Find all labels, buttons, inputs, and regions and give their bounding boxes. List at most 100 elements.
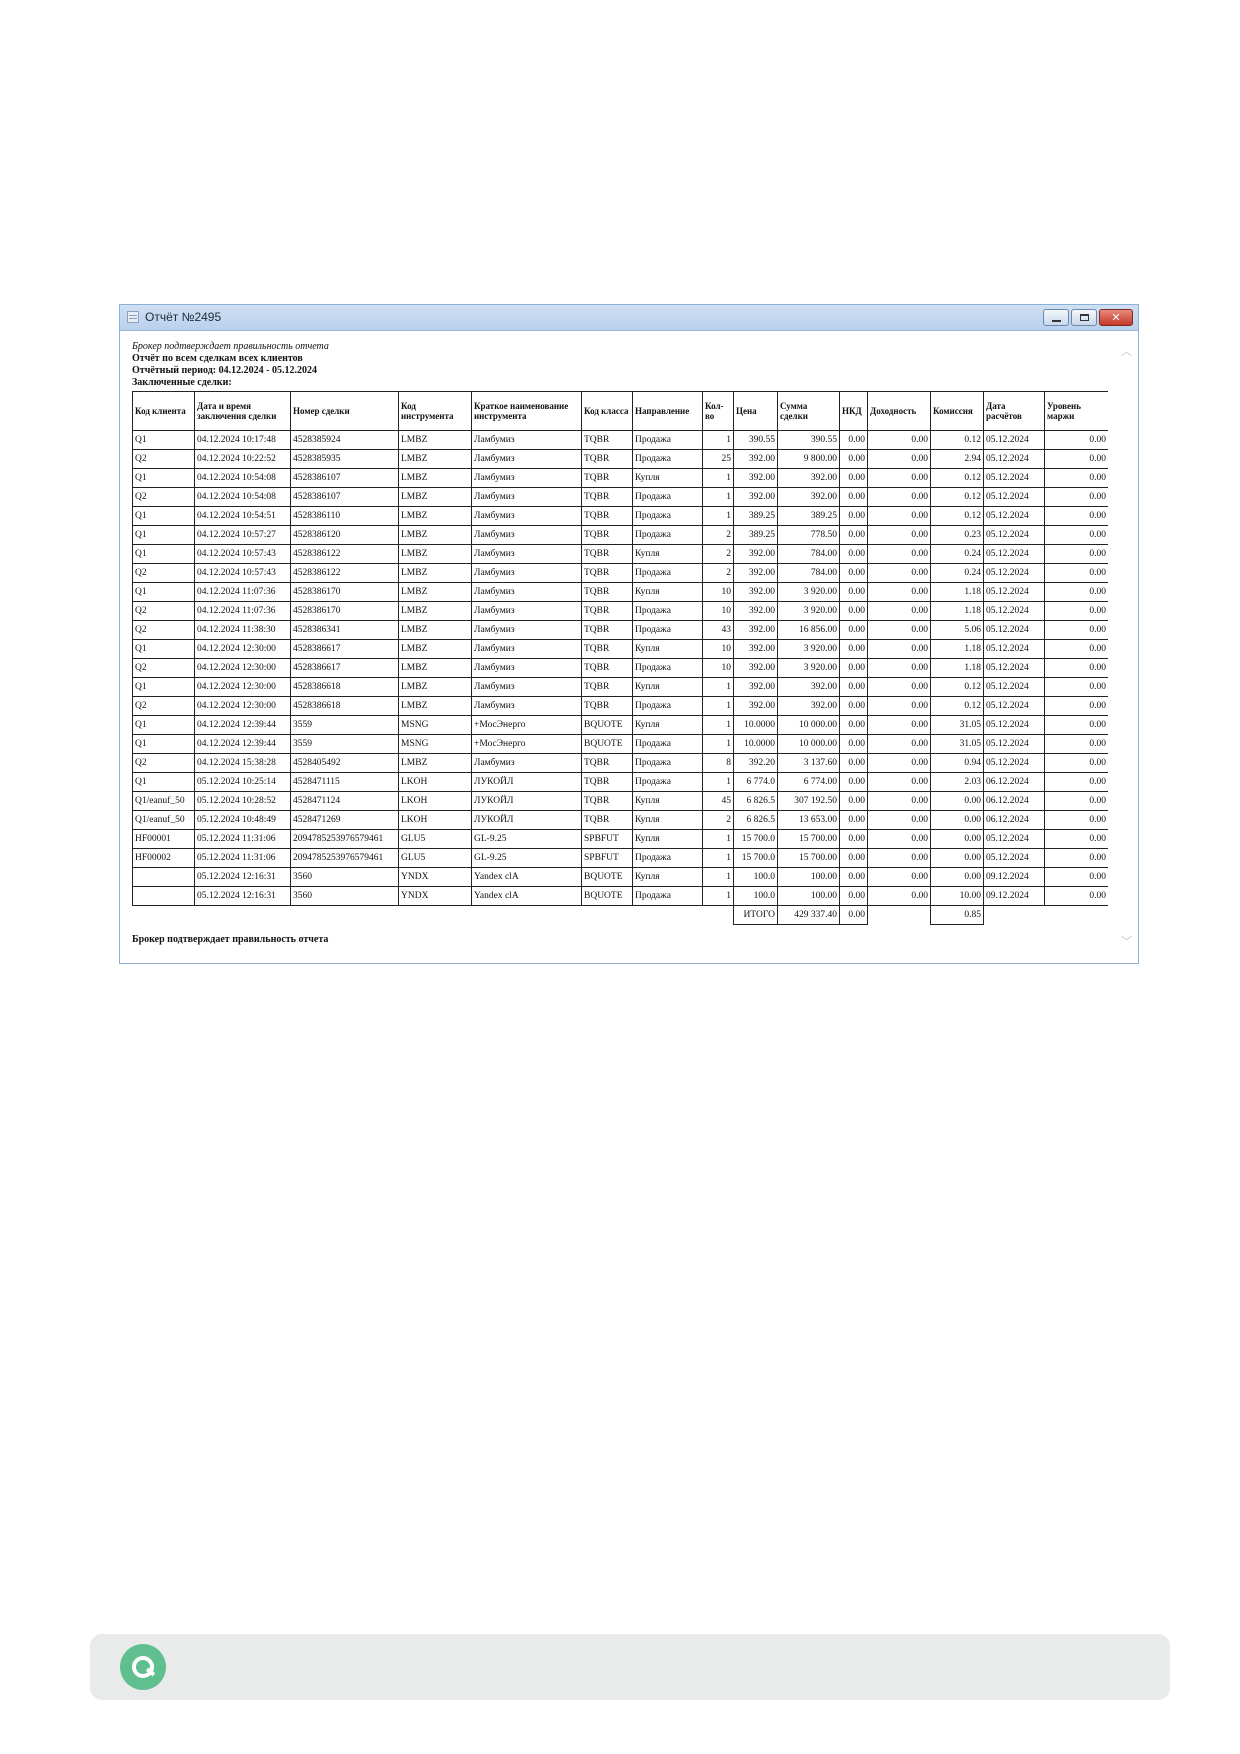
- close-button[interactable]: ✕: [1099, 309, 1133, 326]
- table-cell: [132, 867, 195, 887]
- table-cell: Продажа: [632, 696, 703, 716]
- table-cell: 04.12.2024 10:54:08: [194, 468, 291, 488]
- table-cell: 4528386617: [290, 639, 399, 659]
- table-cell: 0.00: [867, 639, 931, 659]
- table-cell: 0.12: [930, 677, 984, 697]
- table-cell: Продажа: [632, 848, 703, 868]
- maximize-button[interactable]: [1071, 309, 1097, 326]
- table-cell: Q1/eanuf_50: [132, 791, 195, 811]
- table-cell: 8: [702, 753, 734, 773]
- chevron-up-icon[interactable]: ︿: [1121, 343, 1132, 359]
- table-cell: 04.12.2024 10:22:52: [194, 449, 291, 469]
- table-cell: 0.00: [1044, 734, 1108, 754]
- window-titlebar[interactable]: Отчёт №2495 ✕: [120, 305, 1138, 331]
- table-cell: 1: [702, 696, 734, 716]
- table-cell: 0.00: [1044, 620, 1108, 640]
- table-cell: HF00002: [132, 848, 195, 868]
- table-cell: TQBR: [581, 430, 633, 450]
- table-cell: 05.12.2024: [983, 563, 1045, 583]
- table-cell: 10: [702, 658, 734, 678]
- total-nkd: 0.00: [839, 905, 868, 925]
- table-cell: 392.00: [733, 677, 778, 697]
- table-cell: 6 774.00: [777, 772, 840, 792]
- table-cell: 10: [702, 582, 734, 602]
- table-cell: 0.00: [839, 715, 868, 735]
- table-cell: 0.00: [867, 829, 931, 849]
- table-cell: 0.00: [867, 449, 931, 469]
- table-cell: 389.25: [733, 525, 778, 545]
- table-cell: 1: [702, 734, 734, 754]
- table-cell: 09.12.2024: [983, 886, 1045, 906]
- total-row: ИТОГО 429 337.40 0.00 0.85: [133, 905, 1109, 925]
- table-cell: 0.23: [930, 525, 984, 545]
- table-cell: Q1: [132, 506, 195, 526]
- table-row: Q1 04.12.2024 10:57:43 4528386122 LMBZ Ламбу…: [132, 544, 1108, 564]
- table-cell: Продажа: [632, 658, 703, 678]
- table-cell: 392.20: [733, 753, 778, 773]
- table-cell: 3 137.60: [777, 753, 840, 773]
- table-cell: Продажа: [632, 430, 703, 450]
- table-cell: BQUOTE: [581, 734, 633, 754]
- table-cell: BQUOTE: [581, 715, 633, 735]
- table-cell: Купля: [632, 715, 703, 735]
- table-cell: 4528386617: [290, 658, 399, 678]
- chevron-down-icon[interactable]: ﹀: [1121, 933, 1132, 949]
- table-cell: Продажа: [632, 886, 703, 906]
- maximize-icon: [1080, 314, 1089, 321]
- table-cell: 778.50: [777, 525, 840, 545]
- table-cell: 05.12.2024 10:48:49: [194, 810, 291, 830]
- table-cell: Ламбумиз: [471, 753, 582, 773]
- table-cell: Ламбумиз: [471, 506, 582, 526]
- report-section-title: Заключенные сделки:: [132, 377, 232, 388]
- column-header: НКД: [839, 391, 868, 431]
- table-cell: LMBZ: [398, 430, 472, 450]
- table-cell: 0.00: [930, 791, 984, 811]
- minimize-button[interactable]: [1043, 309, 1069, 326]
- table-cell: 4528386107: [290, 487, 399, 507]
- table-cell: 0.12: [930, 696, 984, 716]
- table-cell: LMBZ: [398, 753, 472, 773]
- table-header-row: Код клиента Дата и время заключения сделк…: [132, 391, 1108, 431]
- table-cell: Q2: [132, 696, 195, 716]
- table-cell: 13 653.00: [777, 810, 840, 830]
- table-cell: 05.12.2024: [983, 544, 1045, 564]
- table-cell: 0.00: [1044, 430, 1108, 450]
- table-cell: Ламбумиз: [471, 582, 582, 602]
- table-cell: 0.00: [839, 639, 868, 659]
- table-cell: 392.00: [777, 677, 840, 697]
- table-cell: LMBZ: [398, 468, 472, 488]
- table-cell: Ламбумиз: [471, 658, 582, 678]
- column-header: Доходность: [867, 391, 931, 431]
- table-cell: 15 700.00: [777, 829, 840, 849]
- table-cell: 05.12.2024: [983, 601, 1045, 621]
- table-cell: Ламбумиз: [471, 468, 582, 488]
- table-cell: 3560: [290, 867, 399, 887]
- table-cell: 0.00: [1044, 525, 1108, 545]
- table-cell: Продажа: [632, 620, 703, 640]
- table-cell: 3559: [290, 734, 399, 754]
- table-cell: 1.18: [930, 582, 984, 602]
- table-row: Q2 04.12.2024 10:22:52 4528385935 LMBZ Ламбу…: [132, 449, 1108, 469]
- table-cell: 04.12.2024 10:17:48: [194, 430, 291, 450]
- table-cell: 0.00: [1044, 715, 1108, 735]
- table-cell: 2: [702, 810, 734, 830]
- table-cell: 05.12.2024: [983, 487, 1045, 507]
- table-cell: 0.00: [1044, 772, 1108, 792]
- table-cell: 392.00: [733, 544, 778, 564]
- table-cell: 1: [702, 715, 734, 735]
- table-cell: TQBR: [581, 563, 633, 583]
- column-header: Краткое наименование инструмента: [471, 391, 582, 431]
- table-row: Q1 04.12.2024 10:54:08 4528386107 LMBZ Ламбу…: [132, 468, 1108, 488]
- table-cell: 1: [702, 506, 734, 526]
- table-cell: 9 800.00: [777, 449, 840, 469]
- table-cell: 2: [702, 544, 734, 564]
- table-cell: TQBR: [581, 753, 633, 773]
- table-cell: 1: [702, 848, 734, 868]
- table-cell: 0.00: [867, 468, 931, 488]
- table-cell: TQBR: [581, 449, 633, 469]
- table-cell: Продажа: [632, 563, 703, 583]
- table-cell: Yandex clA: [471, 867, 582, 887]
- table-cell: 0.00: [867, 715, 931, 735]
- table-cell: ЛУКОЙЛ: [471, 791, 582, 811]
- table-cell: Ламбумиз: [471, 696, 582, 716]
